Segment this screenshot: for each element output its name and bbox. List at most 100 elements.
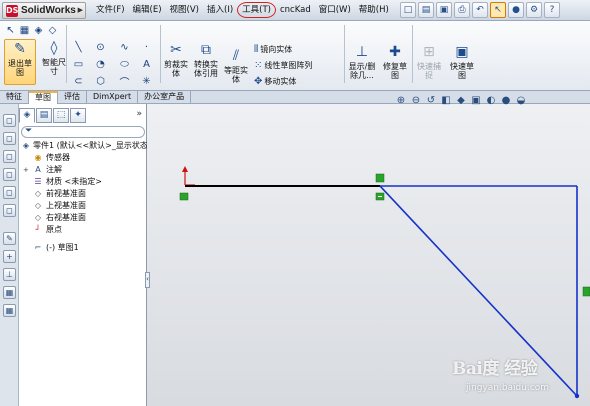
- plane-tool-icon[interactable]: ✳: [140, 75, 153, 88]
- repair-sketch-button[interactable]: ✚ 修复草 图: [380, 43, 410, 83]
- text-tool-icon[interactable]: A: [140, 58, 153, 71]
- menu-help[interactable]: 帮助(H): [355, 0, 393, 21]
- dimxpert-tab-icon[interactable]: ✦: [70, 108, 86, 123]
- point-tool-icon[interactable]: ·: [140, 41, 153, 54]
- sketch-relation-icon[interactable]: ◻: [3, 114, 16, 127]
- line-tool-icon[interactable]: ╲: [72, 41, 85, 54]
- tab-sketch[interactable]: 草图: [29, 91, 58, 104]
- tree-item[interactable]: ☰ 材质 <未指定>: [19, 176, 147, 188]
- menu-cnckad[interactable]: cncKad: [276, 0, 315, 21]
- tree-item[interactable]: ◉ 传感器: [19, 152, 147, 164]
- tab-dimxpert[interactable]: DimXpert: [87, 91, 139, 104]
- select-icon[interactable]: ↖: [4, 24, 17, 37]
- new-document-icon[interactable]: □: [400, 2, 416, 18]
- edit-sketch-icon[interactable]: ✎: [3, 232, 16, 245]
- more-tabs-icon[interactable]: »: [136, 109, 142, 119]
- move-icon: ✥: [254, 76, 263, 87]
- coincident-relation-icon[interactable]: [375, 173, 385, 183]
- smart-dimension-icon: ◊: [50, 40, 58, 56]
- tree-item[interactable]: ┘ 原点: [19, 224, 147, 236]
- configuration-tab-icon[interactable]: ⬚: [53, 108, 69, 123]
- convert-icon: ⧉: [201, 42, 211, 58]
- expand-icon[interactable]: +: [23, 164, 31, 176]
- trim-entities-button[interactable]: ✂ 剪裁实 体: [162, 41, 190, 83]
- linear-pattern-button[interactable]: ⁙ 线性草图阵列: [254, 60, 312, 71]
- tree-item[interactable]: ⌐ (-) 草图1: [19, 242, 147, 254]
- tab-office-products[interactable]: 办公室产品: [138, 91, 192, 104]
- property-manager-tab-icon[interactable]: ▤: [36, 108, 52, 123]
- display-style-icon[interactable]: ▣: [470, 95, 482, 106]
- feature-tree-tab-icon[interactable]: ◈: [19, 108, 35, 123]
- hide-show-icon[interactable]: ◐: [485, 95, 497, 106]
- move-entities-button[interactable]: ✥ 移动实体: [254, 76, 296, 87]
- part-icon: ◈: [22, 141, 30, 150]
- add-component-icon[interactable]: ▦: [3, 286, 16, 299]
- sketch-3d-icon[interactable]: ◇: [46, 24, 59, 37]
- watermark-url: jingyan.baidu.com: [466, 383, 550, 393]
- solidworks-logo[interactable]: DS SolidWorks ▶: [2, 2, 86, 19]
- display-relation-icon[interactable]: ⊥: [3, 268, 16, 281]
- circle-tool-icon[interactable]: ⊙: [94, 41, 107, 54]
- trim-label-1: 剪裁实: [164, 60, 188, 69]
- tree-item[interactable]: ◇ 前视基准面: [19, 188, 147, 200]
- zoom-to-fit-icon[interactable]: ⊕: [395, 95, 407, 106]
- options-icon[interactable]: ⚙: [526, 2, 542, 18]
- menu-file[interactable]: 文件(F): [92, 0, 129, 21]
- section-view-icon[interactable]: ◧: [440, 95, 452, 106]
- view-icon[interactable]: ◻: [3, 186, 16, 199]
- ellipse-tool-icon[interactable]: ⬭: [118, 58, 131, 71]
- tree-item[interactable]: + A 注解: [19, 164, 147, 176]
- grid-icon[interactable]: ▦: [18, 24, 31, 37]
- rectangle-tool-icon[interactable]: ▭: [72, 58, 85, 71]
- polygon-tool-icon[interactable]: ⬡: [94, 75, 107, 88]
- tree-item-part[interactable]: ◈ 零件1 (默认<<默认>_显示状态: [19, 140, 147, 152]
- menu-edit[interactable]: 编辑(E): [129, 0, 166, 21]
- rebuild-icon[interactable]: ●: [508, 2, 524, 18]
- view-icon[interactable]: ◻: [3, 204, 16, 217]
- feature-tree-filter[interactable]: ⏷: [21, 126, 145, 138]
- tree-item[interactable]: ◇ 右视基准面: [19, 212, 147, 224]
- scene-icon[interactable]: ◒: [515, 95, 527, 106]
- panel-collapse-handle[interactable]: ‹: [145, 272, 150, 288]
- fillet-tool-icon[interactable]: ⌒: [118, 75, 131, 89]
- view-orientation-icon[interactable]: ◆: [455, 95, 467, 106]
- tree-item[interactable]: ◇ 上视基准面: [19, 200, 147, 212]
- previous-view-icon[interactable]: ↺: [425, 95, 437, 106]
- rapid-snap-label-1: 快速捕: [417, 62, 441, 71]
- menu-insert[interactable]: 插入(I): [203, 0, 237, 21]
- exit-sketch-icon: ✎: [14, 41, 26, 57]
- tab-evaluate[interactable]: 评估: [58, 91, 87, 104]
- exit-sketch-button[interactable]: ✎ 退出草图: [4, 39, 36, 85]
- zoom-area-icon[interactable]: ⊖: [410, 95, 422, 106]
- menu-tools[interactable]: 工具(T): [237, 2, 276, 18]
- spline-tool-icon[interactable]: ∿: [118, 41, 131, 54]
- save-icon[interactable]: ▣: [436, 2, 452, 18]
- sketch-plane-icon[interactable]: ◈: [32, 24, 45, 37]
- add-relation-icon[interactable]: +: [3, 250, 16, 263]
- offset-entities-button[interactable]: ⫽ 等距实 体: [222, 47, 250, 84]
- rapid-snap-label-2: 捉: [425, 71, 433, 80]
- menu-window[interactable]: 窗口(W): [315, 0, 355, 21]
- view-icon[interactable]: ◻: [3, 168, 16, 181]
- sketch-plane-icon[interactable]: ◻: [3, 132, 16, 145]
- coincident-relation-icon[interactable]: [179, 192, 189, 201]
- rapid-snaps-button[interactable]: ⊞ 快速捕 捉: [414, 43, 444, 83]
- slot-tool-icon[interactable]: ⊂: [72, 75, 85, 88]
- quick-sketch-button[interactable]: ▣ 快速草 图: [446, 43, 478, 83]
- help-icon[interactable]: ?: [544, 2, 560, 18]
- mirror-entities-button[interactable]: ⫴ 镜向实体: [254, 44, 292, 55]
- vertical-relation-icon[interactable]: [582, 286, 590, 297]
- arc-tool-icon[interactable]: ◔: [94, 58, 107, 71]
- open-folder-icon[interactable]: ▤: [418, 2, 434, 18]
- menu-view[interactable]: 视图(V): [166, 0, 203, 21]
- display-delete-relations-button[interactable]: ⊥ 显示/删 除几...: [346, 43, 378, 83]
- convert-entities-button[interactable]: ⧉ 转换实 体引用: [192, 41, 220, 83]
- add-component-icon[interactable]: ▦: [3, 304, 16, 317]
- undo-icon[interactable]: ↶: [472, 2, 488, 18]
- print-icon[interactable]: ⎙: [454, 2, 470, 18]
- tab-features[interactable]: 特征: [0, 91, 29, 104]
- edit-appearance-icon[interactable]: ●: [500, 95, 512, 106]
- repair-label-1: 修复草: [383, 62, 407, 71]
- select-pointer-icon[interactable]: ↖: [490, 2, 506, 18]
- view-icon[interactable]: ◻: [3, 150, 16, 163]
